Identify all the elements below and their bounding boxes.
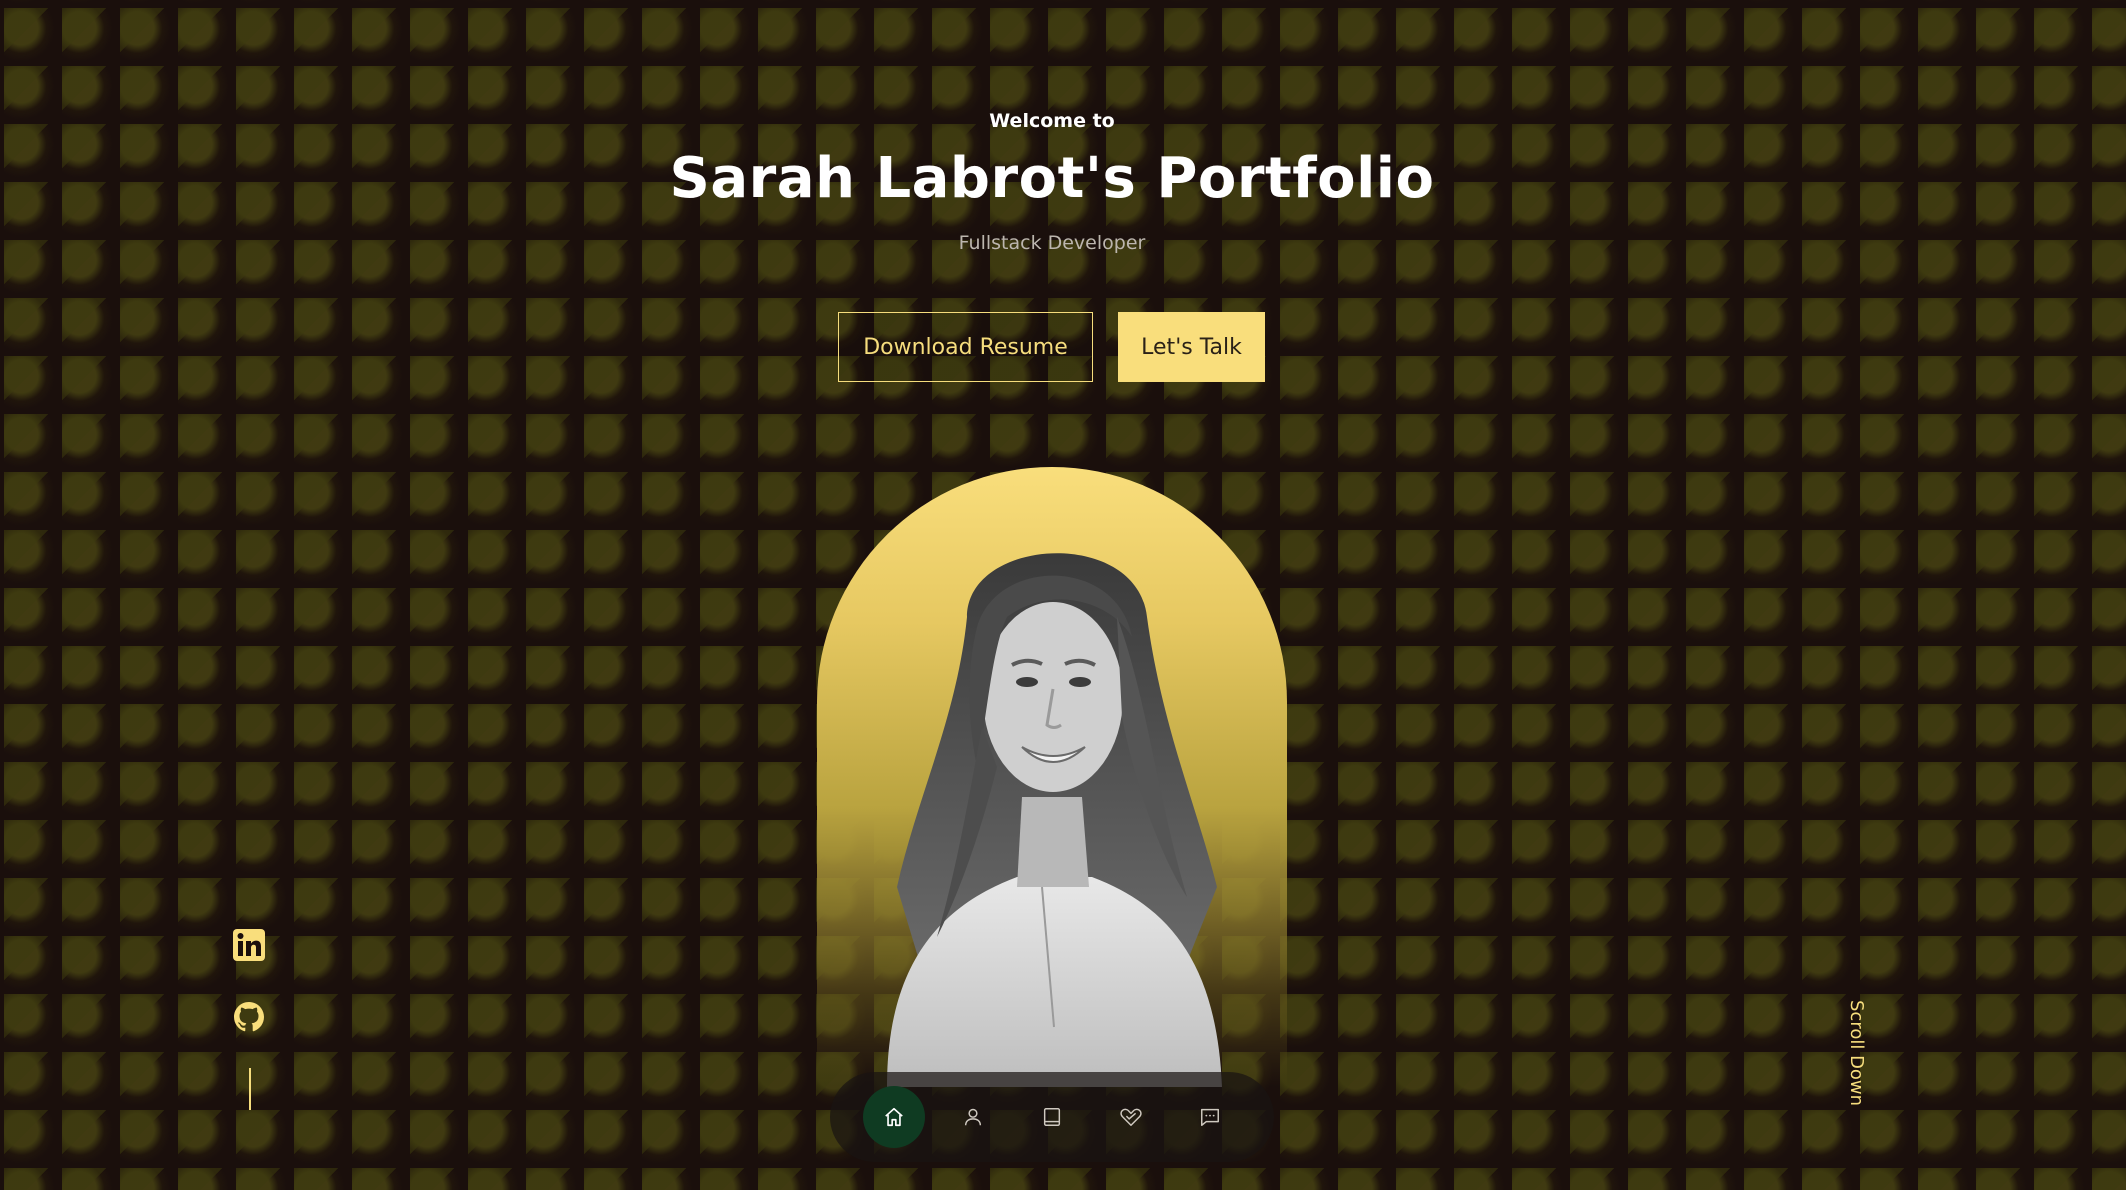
subtitle: Fullstack Developer [958, 232, 1146, 254]
lets-talk-button[interactable]: Let's Talk [1118, 312, 1265, 382]
services-icon [1120, 1108, 1142, 1126]
book-icon [1043, 1108, 1061, 1126]
linkedin-icon[interactable] [232, 928, 268, 964]
user-icon [964, 1108, 982, 1126]
message-icon [1201, 1108, 1219, 1126]
nav-about[interactable] [942, 1086, 1004, 1148]
nav-home[interactable] [863, 1086, 925, 1148]
bottom-navbar [830, 1072, 1274, 1162]
home-icon [885, 1107, 903, 1127]
nav-services[interactable] [1100, 1086, 1162, 1148]
nav-experience[interactable] [1021, 1086, 1083, 1148]
nav-contact[interactable] [1179, 1086, 1241, 1148]
social-links [232, 928, 270, 1110]
hero-section: Welcome to Sarah Labrot's Portfolio Full… [0, 0, 2126, 1190]
social-divider-line [249, 1068, 251, 1110]
profile-portrait [817, 467, 1287, 1087]
scroll-down-link[interactable]: Scroll Down [1846, 1000, 1867, 1106]
github-icon[interactable] [232, 1000, 268, 1036]
page-title: Sarah Labrot's Portfolio [669, 146, 1435, 211]
welcome-text: Welcome to [989, 110, 1115, 132]
portrait-illustration [887, 553, 1222, 1087]
download-resume-button[interactable]: Download Resume [838, 312, 1093, 382]
